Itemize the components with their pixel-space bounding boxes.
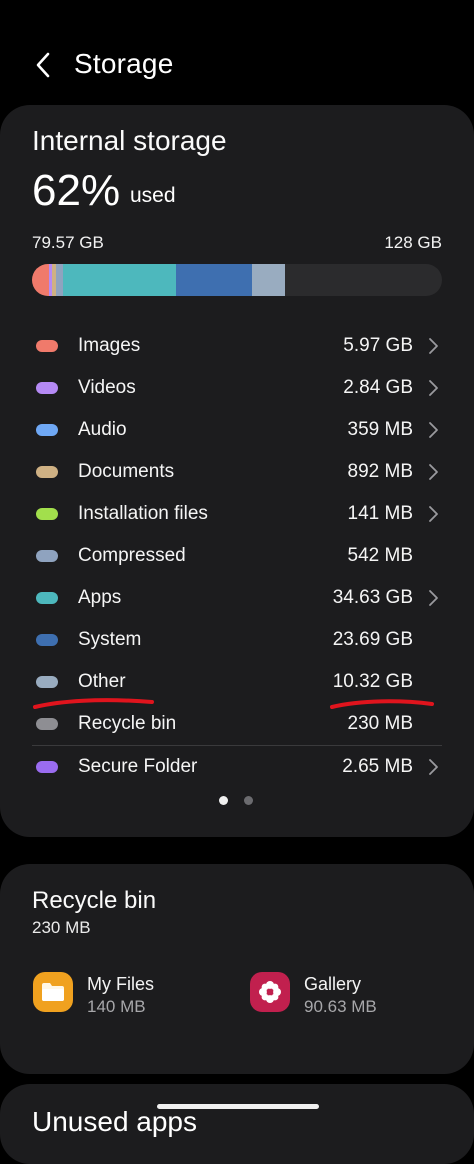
category-value: 5.97 GB	[343, 335, 413, 356]
category-dot	[36, 466, 58, 478]
category-label: Apps	[78, 587, 122, 608]
gallery-app[interactable]	[250, 972, 290, 1012]
category-row-apps[interactable]: Apps 34.63 GB	[0, 577, 474, 619]
internal-storage-title: Internal storage	[32, 125, 227, 156]
recycle-bin-title: Recycle bin	[32, 887, 157, 914]
category-dot	[36, 382, 58, 394]
bar-segment-images	[32, 264, 49, 296]
red-underline-mark-other-label	[33, 698, 154, 709]
chevron-right-icon	[429, 422, 438, 438]
category-row-images[interactable]: Images 5.97 GB	[0, 325, 474, 367]
category-value: 542 MB	[347, 545, 413, 566]
category-label: Videos	[78, 377, 136, 398]
category-label: Compressed	[78, 545, 186, 566]
chevron-right-icon	[429, 590, 438, 606]
gallery-size: 90.63 MB	[304, 997, 377, 1016]
category-dot	[36, 424, 58, 436]
category-label: Secure Folder	[78, 756, 198, 777]
category-value: 2.84 GB	[343, 377, 413, 398]
category-label: Documents	[78, 461, 175, 482]
chevron-right-icon	[429, 759, 438, 775]
category-value: 2.65 MB	[342, 756, 413, 777]
category-dot	[36, 592, 58, 604]
category-label: Recycle bin	[78, 713, 177, 734]
category-value: 141 MB	[347, 503, 413, 524]
category-row-documents[interactable]: Documents 892 MB	[0, 451, 474, 493]
category-value: 230 MB	[347, 713, 413, 734]
recycle-bin-size: 230 MB	[32, 918, 91, 937]
page-indicator-dot[interactable]	[244, 796, 253, 805]
category-label: Other	[78, 671, 126, 692]
category-dot	[36, 634, 58, 646]
category-dot	[36, 340, 58, 352]
storage-percent: 62%	[32, 166, 121, 215]
chevron-right-icon	[429, 380, 438, 396]
storage-used-label: used	[130, 184, 176, 207]
storage-used-value: 79.57 GB	[32, 233, 104, 252]
category-value: 34.63 GB	[332, 587, 413, 608]
category-value: 359 MB	[347, 419, 413, 440]
category-dot	[36, 550, 58, 562]
storage-usage-bar	[32, 264, 442, 296]
red-underline-mark-other-value	[330, 699, 434, 709]
gallery-name: Gallery	[304, 974, 362, 994]
unused-apps-title: Unused apps	[32, 1106, 198, 1137]
category-label: System	[78, 629, 142, 650]
category-dot	[36, 718, 58, 730]
page-title: Storage	[74, 48, 174, 79]
folder-icon	[42, 983, 64, 1001]
category-row-videos[interactable]: Videos 2.84 GB	[0, 367, 474, 409]
category-label: Installation files	[78, 503, 208, 524]
category-row-audio[interactable]: Audio 359 MB	[0, 409, 474, 451]
category-row-installation-files[interactable]: Installation files 141 MB	[0, 493, 474, 535]
back-button[interactable]	[26, 46, 60, 84]
my-files-size: 140 MB	[87, 997, 146, 1016]
category-label: Images	[78, 335, 141, 356]
chevron-right-icon	[429, 464, 438, 480]
storage-total-value: 128 GB	[384, 233, 442, 252]
page-indicator-dot-active[interactable]	[219, 796, 228, 805]
app-header: Storage	[0, 0, 474, 105]
category-row-compressed: Compressed 542 MB	[0, 535, 474, 577]
bar-segment-system	[176, 264, 252, 296]
back-arrow-icon	[36, 52, 50, 78]
category-dot	[36, 761, 58, 773]
bar-segment-other	[252, 264, 285, 296]
category-value: 10.32 GB	[332, 671, 413, 692]
my-files-name: My Files	[87, 974, 154, 994]
chevron-right-icon	[429, 506, 438, 522]
home-indicator[interactable]	[157, 1104, 319, 1109]
category-value: 23.69 GB	[332, 629, 413, 650]
category-row-secure-folder[interactable]: Secure Folder 2.65 MB	[0, 746, 474, 788]
flower-icon	[259, 981, 281, 1003]
category-row-system: System 23.69 GB	[0, 619, 474, 661]
category-value: 892 MB	[347, 461, 413, 482]
category-dot	[36, 676, 58, 688]
chevron-right-icon	[429, 338, 438, 354]
bar-segment-apps	[63, 264, 176, 296]
category-dot	[36, 508, 58, 520]
category-label: Audio	[78, 419, 127, 440]
my-files-app[interactable]	[33, 972, 73, 1012]
